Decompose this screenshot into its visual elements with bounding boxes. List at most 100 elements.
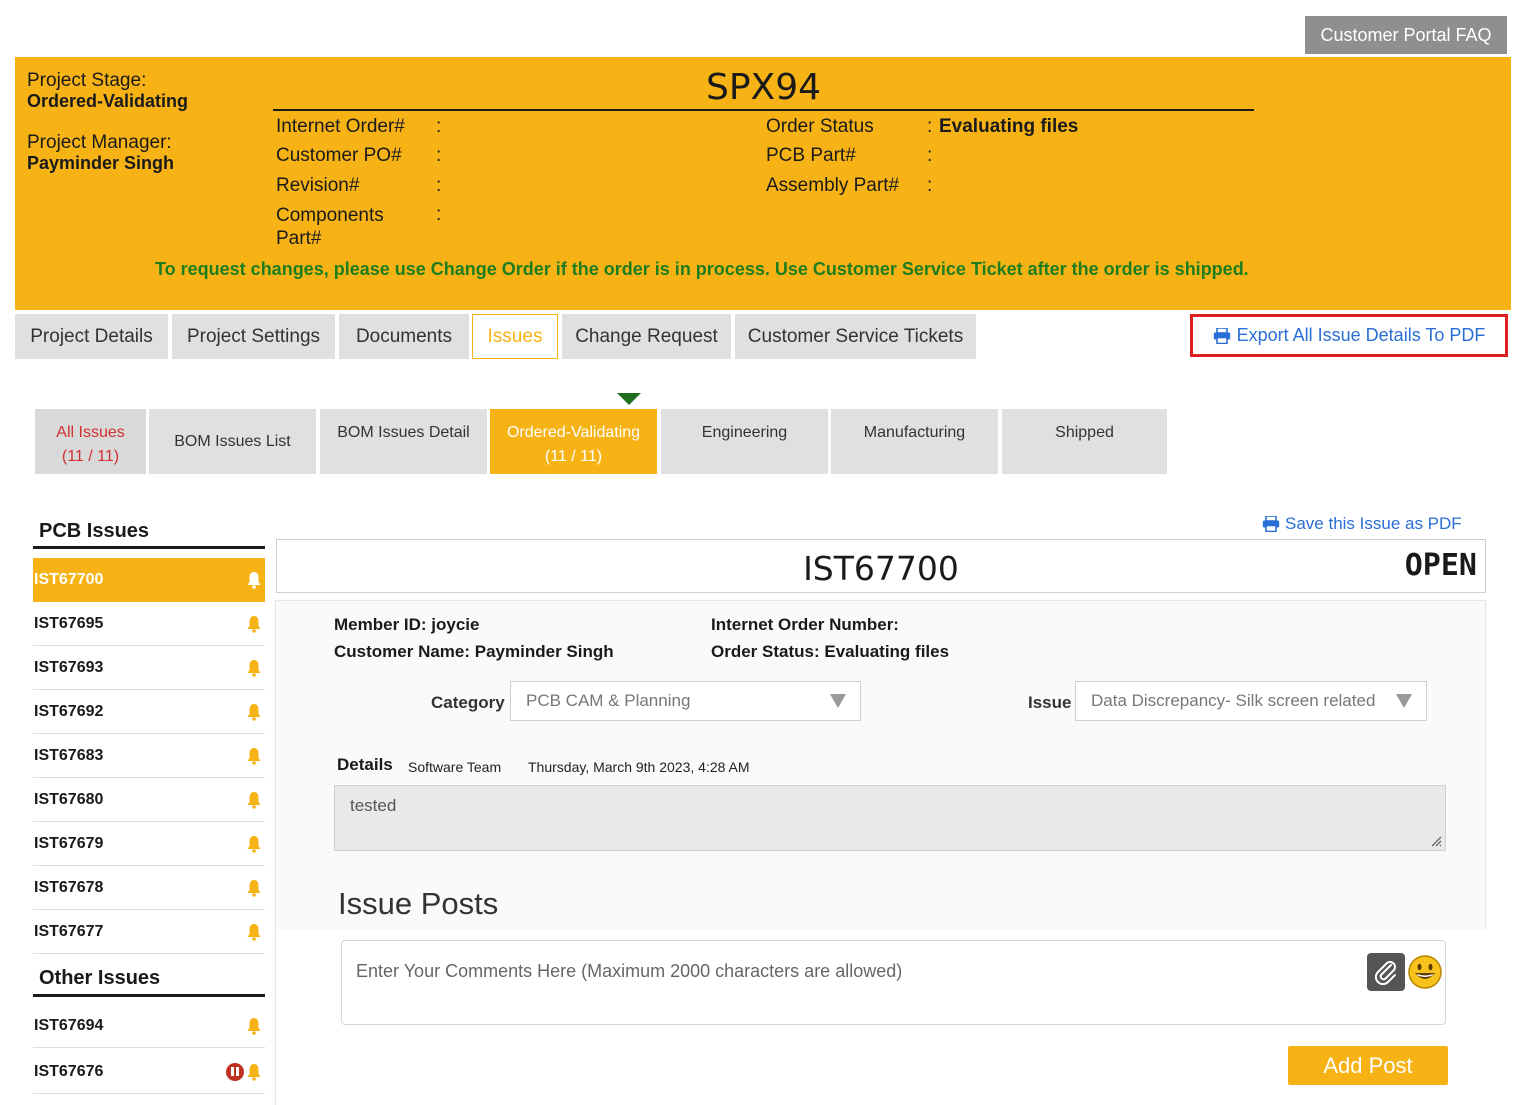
internet-order-number: Internet Order Number: bbox=[711, 615, 899, 634]
bell-icon bbox=[247, 747, 261, 765]
export-button-label: Export All Issue Details To PDF bbox=[1236, 325, 1486, 345]
subtab-bom-issues-detail[interactable]: BOM Issues Detail bbox=[320, 409, 487, 474]
subtab-count: (11 / 11) bbox=[544, 448, 603, 465]
project-manager-label: Project Manager: bbox=[27, 132, 172, 153]
pcb-issue-item[interactable]: IST67692 bbox=[33, 690, 265, 734]
other-issues-title: Other Issues bbox=[39, 967, 161, 989]
customer-name: Customer Name: Payminder Singh bbox=[334, 642, 614, 661]
other-issue-item[interactable]: IST67676 bbox=[33, 1050, 265, 1094]
issue-posts-title: Issue Posts bbox=[338, 886, 499, 921]
bell-icon bbox=[247, 791, 261, 809]
issue-item-label: IST67683 bbox=[34, 746, 104, 764]
save-issue-pdf-link[interactable]: Save this Issue as PDF bbox=[1262, 514, 1462, 534]
pcb-issue-item[interactable]: IST67679 bbox=[33, 822, 265, 866]
issue-item-label: IST67680 bbox=[34, 790, 104, 808]
bell-icon bbox=[247, 923, 261, 941]
pcb-issue-item[interactable]: IST67693 bbox=[33, 646, 265, 690]
tab-project-settings[interactable]: Project Settings bbox=[172, 314, 335, 359]
subtab-label: Shipped bbox=[1055, 424, 1114, 441]
subtab-label: BOM Issues Detail bbox=[337, 424, 470, 441]
pcb-issue-item[interactable]: IST67678 bbox=[33, 866, 265, 910]
subtab-label: All Issues bbox=[56, 424, 125, 441]
export-all-issues-pdf-button[interactable]: Export All Issue Details To PDF bbox=[1190, 314, 1508, 357]
issue-item-icons bbox=[246, 747, 262, 765]
pcb-issue-item[interactable]: IST67683 bbox=[33, 734, 265, 778]
project-code: SPX94 bbox=[705, 67, 822, 108]
issue-header: IST67700 OPEN bbox=[276, 539, 1486, 593]
attach-file-button[interactable] bbox=[1367, 953, 1405, 991]
printer-icon bbox=[1262, 516, 1280, 532]
title-divider bbox=[273, 109, 1254, 111]
details-textarea[interactable]: tested bbox=[334, 785, 1446, 851]
category-select[interactable]: PCB CAM & Planning bbox=[510, 681, 861, 721]
issue-item-label: IST67676 bbox=[34, 1062, 104, 1080]
bell-icon bbox=[247, 879, 261, 897]
pcb-part-label: PCB Part# bbox=[766, 145, 856, 166]
subtab-engineering[interactable]: Engineering bbox=[661, 409, 828, 474]
issue-item-label: IST67677 bbox=[34, 922, 104, 940]
internet-order-label: Internet Order# bbox=[276, 116, 405, 137]
pcb-issues-divider bbox=[33, 546, 265, 549]
internet-order-colon: : bbox=[436, 116, 442, 137]
issue-item-label: IST67678 bbox=[34, 878, 104, 896]
subtab-ordered-validating[interactable]: Ordered-Validating (11 / 11) bbox=[490, 409, 657, 474]
order-status-value: Evaluating files bbox=[939, 116, 1079, 137]
emoji-icon[interactable] bbox=[1407, 954, 1443, 990]
issue-type-select[interactable]: Data Discrepancy- Silk screen related bbox=[1075, 681, 1427, 721]
assembly-part-colon: : bbox=[927, 175, 933, 196]
details-team: Software Team bbox=[408, 759, 502, 775]
bell-icon bbox=[247, 835, 261, 853]
issue-item-icons bbox=[226, 1062, 262, 1081]
issue-item-label: IST67700 bbox=[34, 571, 104, 588]
subtab-manufacturing[interactable]: Manufacturing bbox=[831, 409, 998, 474]
issue-item-label: IST67695 bbox=[34, 614, 104, 632]
issue-item-label: IST67693 bbox=[34, 658, 104, 676]
pcb-issue-item[interactable]: IST67700 bbox=[33, 558, 265, 602]
tab-change-request[interactable]: Change Request bbox=[562, 314, 731, 359]
issue-type-value: Data Discrepancy- Silk screen related bbox=[1091, 691, 1376, 710]
dropdown-arrow-icon bbox=[1396, 694, 1412, 708]
project-banner: Project Stage: Ordered-Validating Projec… bbox=[15, 57, 1511, 310]
category-label: Category bbox=[431, 693, 505, 712]
subtab-all-issues[interactable]: All Issues (11 / 11) bbox=[35, 409, 146, 474]
bell-icon bbox=[247, 703, 261, 721]
pcb-issue-item[interactable]: IST67695 bbox=[33, 602, 265, 646]
assembly-part-label: Assembly Part# bbox=[766, 175, 900, 196]
tab-issues[interactable]: Issues bbox=[472, 314, 558, 359]
subtab-label: BOM Issues List bbox=[174, 432, 291, 450]
project-stage-value: Ordered-Validating bbox=[27, 91, 189, 111]
pcb-issue-item[interactable]: IST67677 bbox=[33, 910, 265, 954]
subtab-count: (11 / 11) bbox=[61, 448, 120, 465]
subtab-bom-issues-list[interactable]: BOM Issues List bbox=[149, 409, 316, 474]
pcb-issue-item[interactable]: IST67680 bbox=[33, 778, 265, 822]
resize-handle-icon[interactable] bbox=[1428, 833, 1442, 847]
pcb-part-colon: : bbox=[927, 145, 933, 166]
subtab-label: Engineering bbox=[701, 424, 788, 441]
issue-item-icons bbox=[246, 659, 262, 677]
issue-item-icons bbox=[246, 791, 262, 809]
subtab-label: Manufacturing bbox=[863, 424, 966, 441]
issue-id: IST67700 bbox=[803, 549, 959, 588]
dropdown-arrow-icon bbox=[830, 694, 846, 708]
order-status-colon: : bbox=[927, 116, 933, 137]
subtab-shipped[interactable]: Shipped bbox=[1002, 409, 1167, 474]
bell-icon bbox=[247, 615, 261, 633]
revision-colon: : bbox=[436, 175, 442, 196]
change-order-notice: To request changes, please use Change Or… bbox=[155, 259, 1249, 279]
details-date: Thursday, March 9th 2023, 4:28 AM bbox=[528, 759, 750, 775]
other-issue-item[interactable]: IST67694 bbox=[33, 1004, 265, 1048]
add-post-button[interactable]: Add Post bbox=[1288, 1046, 1448, 1085]
on-hold-icon bbox=[226, 1062, 244, 1081]
pcb-issues-title: PCB Issues bbox=[39, 520, 150, 542]
customer-portal-faq-button[interactable]: Customer Portal FAQ bbox=[1305, 16, 1507, 54]
tab-documents[interactable]: Documents bbox=[339, 314, 469, 359]
tab-project-details[interactable]: Project Details bbox=[15, 314, 168, 359]
category-value: PCB CAM & Planning bbox=[526, 691, 691, 710]
issue-item-icons bbox=[246, 835, 262, 853]
issue-item-label: IST67692 bbox=[34, 702, 104, 720]
tab-customer-service-tickets[interactable]: Customer Service Tickets bbox=[735, 314, 976, 359]
bell-icon bbox=[247, 1063, 261, 1081]
components-part-label: Components Part# bbox=[276, 205, 384, 249]
issue-item-icons bbox=[246, 923, 262, 941]
comment-input[interactable]: Enter Your Comments Here (Maximum 2000 c… bbox=[341, 940, 1446, 1025]
